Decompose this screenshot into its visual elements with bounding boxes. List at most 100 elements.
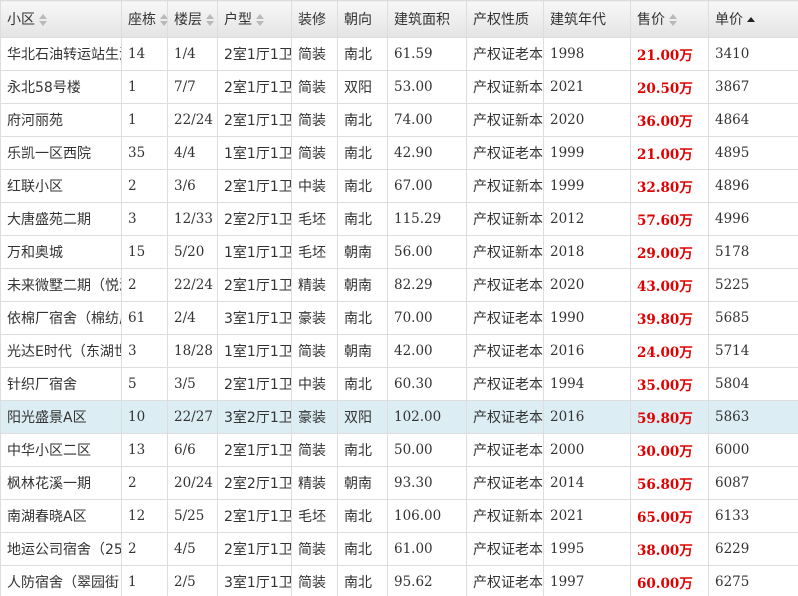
cell-community: 大唐盛苑二期 <box>0 202 122 236</box>
sort-icon[interactable] <box>39 14 47 26</box>
cell-building: 15 <box>121 235 168 269</box>
cell-layout: 2室2厅1卫 <box>217 202 292 236</box>
cell-community: 地运公司宿舍（25 <box>0 532 122 566</box>
cell-layout: 3室1厅1卫 <box>217 565 292 596</box>
cell-unit-price: 3867 <box>708 70 798 104</box>
cell-price: 39.80万 <box>630 301 709 335</box>
cell-unit-price: 4864 <box>708 103 798 137</box>
cell-price: 43.00万 <box>630 268 709 302</box>
col-header-price[interactable]: 售价 <box>630 0 709 38</box>
cell-unit-price: 6229 <box>708 532 798 566</box>
cell-ownership: 产权证新本 <box>466 70 544 104</box>
cell-floor: 2/4 <box>167 301 218 335</box>
table-row[interactable]: 阳光盛景A区 10 22/27 3室2厅1卫 豪装 双阳 102.00 产权证老本 2016 59… <box>0 400 798 434</box>
cell-decoration: 毛坯 <box>291 235 338 269</box>
table-row[interactable]: 未来微墅二期（悦澜 2 22/24 2室1厅1卫 精装 朝南 82.29 产权证老本 2020 4… <box>0 268 798 302</box>
cell-decoration: 豪装 <box>291 301 338 335</box>
sort-icon[interactable] <box>206 14 214 26</box>
table-row[interactable]: 人防宿舍（翠园街 1 2/5 3室1厅1卫 简装 南北 95.62 产权证老本 1997 60.0… <box>0 565 798 596</box>
cell-community: 枫林花溪一期 <box>0 466 122 500</box>
cell-decoration: 简装 <box>291 103 338 137</box>
cell-community: 光达E时代（东湖世 <box>0 334 122 368</box>
table-row[interactable]: 万和奥城 15 5/20 1室1厅1卫 毛坯 朝南 56.00 产权证新本 2018 29.00万… <box>0 235 798 269</box>
cell-community: 人防宿舍（翠园街 <box>0 565 122 596</box>
col-header-floor[interactable]: 楼层 <box>167 0 218 38</box>
cell-year: 2020 <box>543 103 631 137</box>
cell-unit-price: 6133 <box>708 499 798 533</box>
cell-layout: 2室1厅1卫 <box>217 37 292 71</box>
cell-layout: 2室1厅1卫 <box>217 268 292 302</box>
col-header-ownership[interactable]: 产权性质 <box>466 0 544 38</box>
cell-year: 2000 <box>543 433 631 467</box>
header-row: 小区 座栋 楼层 户型 装修 朝向 建筑面积 产权性质 建筑年代 售价 单价 <box>0 0 798 38</box>
cell-ownership: 产权证老本 <box>466 334 544 368</box>
cell-community: 府河丽苑 <box>0 103 122 137</box>
cell-area: 60.30 <box>387 367 467 401</box>
cell-community: 红联小区 <box>0 169 122 203</box>
cell-decoration: 简装 <box>291 334 338 368</box>
sort-ascending-icon[interactable] <box>747 16 755 22</box>
cell-floor: 4/5 <box>167 532 218 566</box>
table-row[interactable]: 依棉厂宿舍（棉纺厂 61 2/4 3室1厅1卫 豪装 南北 70.00 产权证老本 1990 39… <box>0 301 798 335</box>
cell-decoration: 毛坯 <box>291 499 338 533</box>
cell-layout: 2室1厅1卫 <box>217 499 292 533</box>
col-header-community[interactable]: 小区 <box>0 0 122 38</box>
table-row[interactable]: 枫林花溪一期 2 20/24 2室2厅1卫 精装 朝南 93.30 产权证老本 2014 56.8… <box>0 466 798 500</box>
cell-year: 2021 <box>543 499 631 533</box>
cell-layout: 3室1厅1卫 <box>217 301 292 335</box>
table-row[interactable]: 针织厂宿舍 5 3/5 2室1厅1卫 中装 南北 60.30 产权证老本 1994 35.00万 5… <box>0 367 798 401</box>
cell-building: 1 <box>121 565 168 596</box>
cell-ownership: 产权证老本 <box>466 400 544 434</box>
cell-floor: 22/27 <box>167 400 218 434</box>
cell-area: 115.29 <box>387 202 467 236</box>
table-row[interactable]: 华北石油转运站生活 14 1/4 2室1厅1卫 简装 南北 61.59 产权证老本 1998 21… <box>0 37 798 71</box>
table-row[interactable]: 地运公司宿舍（25 2 4/5 2室1厅1卫 简装 南北 61.00 产权证老本 1995 38.… <box>0 532 798 566</box>
cell-unit-price: 3410 <box>708 37 798 71</box>
cell-price: 36.00万 <box>630 103 709 137</box>
table-row[interactable]: 府河丽苑 1 22/24 2室1厅1卫 简装 南北 74.00 产权证新本 2020 36.00万… <box>0 103 798 137</box>
col-header-year[interactable]: 建筑年代 <box>543 0 631 38</box>
cell-orientation: 南北 <box>337 169 388 203</box>
col-header-building[interactable]: 座栋 <box>121 0 168 38</box>
table-row[interactable]: 南湖春晓A区 12 5/25 2室1厅1卫 毛坯 南北 106.00 产权证新本 2021 65.… <box>0 499 798 533</box>
cell-community: 未来微墅二期（悦澜 <box>0 268 122 302</box>
cell-community: 华北石油转运站生活 <box>0 37 122 71</box>
table-row[interactable]: 红联小区 2 3/6 2室1厅1卫 中装 南北 67.00 产权证新本 1999 32.80万 48… <box>0 169 798 203</box>
table-row[interactable]: 光达E时代（东湖世 3 18/28 1室1厅1卫 简装 朝南 42.00 产权证老本 2016 2… <box>0 334 798 368</box>
cell-floor: 18/28 <box>167 334 218 368</box>
cell-unit-price: 4896 <box>708 169 798 203</box>
table-row[interactable]: 大唐盛苑二期 3 12/33 2室2厅1卫 毛坯 南北 115.29 产权证新本 2012 57.… <box>0 202 798 236</box>
cell-year: 2018 <box>543 235 631 269</box>
cell-floor: 2/5 <box>167 565 218 596</box>
cell-layout: 2室1厅1卫 <box>217 367 292 401</box>
col-header-orientation[interactable]: 朝向 <box>337 0 388 38</box>
table-row[interactable]: 永北58号楼 1 7/7 2室1厅1卫 简装 双阳 53.00 产权证新本 2021 20.50万… <box>0 70 798 104</box>
table-row[interactable]: 乐凯一区西院 35 4/4 1室1厅1卫 简装 南北 42.90 产权证老本 1999 21.00… <box>0 136 798 170</box>
cell-area: 93.30 <box>387 466 467 500</box>
col-header-decoration[interactable]: 装修 <box>291 0 338 38</box>
cell-decoration: 简装 <box>291 433 338 467</box>
listing-rows: 华北石油转运站生活 14 1/4 2室1厅1卫 简装 南北 61.59 产权证老本 1998 21… <box>0 37 798 596</box>
cell-ownership: 产权证老本 <box>466 136 544 170</box>
cell-building: 12 <box>121 499 168 533</box>
sort-icon[interactable] <box>160 14 167 26</box>
cell-price: 29.00万 <box>630 235 709 269</box>
cell-area: 61.00 <box>387 532 467 566</box>
cell-area: 42.00 <box>387 334 467 368</box>
table-row[interactable]: 中华小区二区 13 6/6 2室1厅1卫 简装 南北 50.00 产权证老本 2000 30.00… <box>0 433 798 467</box>
cell-layout: 1室1厅1卫 <box>217 136 292 170</box>
col-header-unit-price[interactable]: 单价 <box>708 0 798 38</box>
sort-icon[interactable] <box>256 14 264 26</box>
cell-orientation: 双阳 <box>337 400 388 434</box>
sort-icon[interactable] <box>669 14 677 26</box>
cell-community: 永北58号楼 <box>0 70 122 104</box>
cell-layout: 2室1厅1卫 <box>217 532 292 566</box>
cell-floor: 3/6 <box>167 169 218 203</box>
cell-layout: 2室1厅1卫 <box>217 70 292 104</box>
cell-floor: 5/25 <box>167 499 218 533</box>
cell-area: 106.00 <box>387 499 467 533</box>
cell-ownership: 产权证新本 <box>466 499 544 533</box>
col-header-area[interactable]: 建筑面积 <box>387 0 467 38</box>
col-header-layout[interactable]: 户型 <box>217 0 292 38</box>
cell-decoration: 毛坯 <box>291 202 338 236</box>
